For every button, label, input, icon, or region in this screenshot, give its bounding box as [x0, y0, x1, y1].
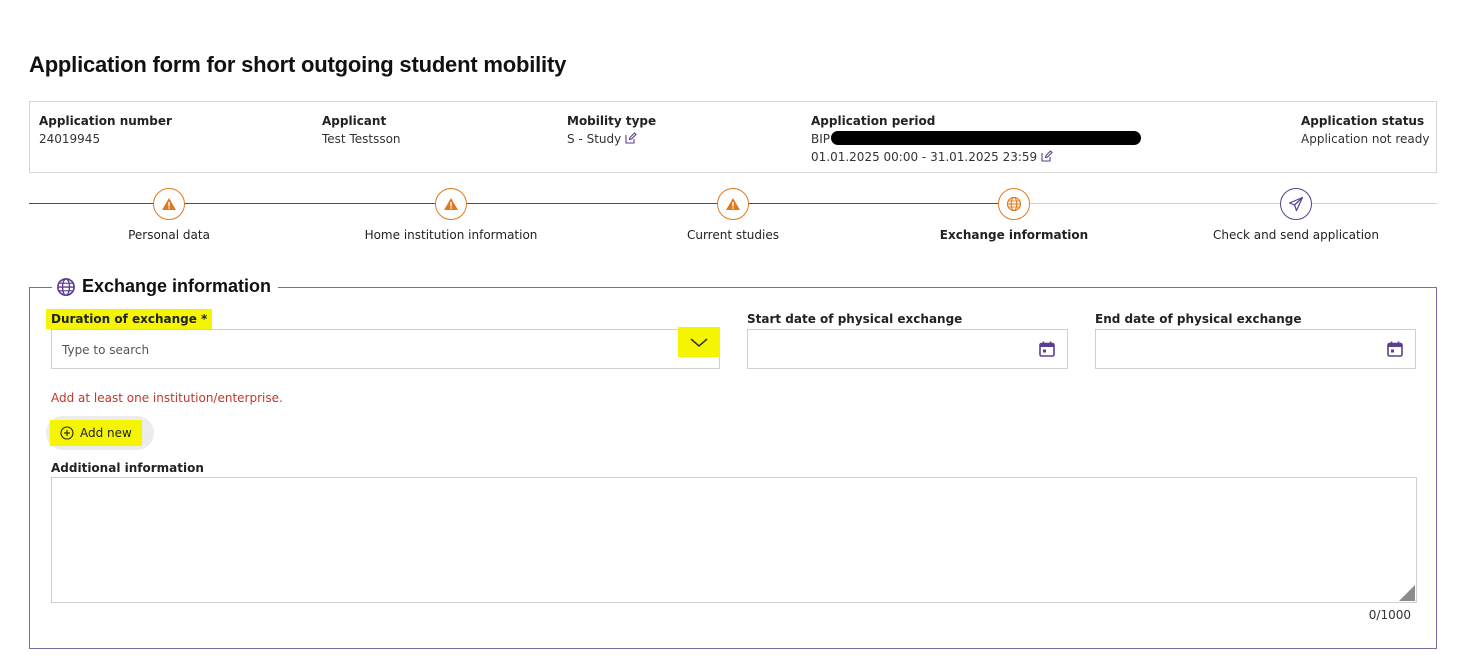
edit-icon[interactable]	[625, 132, 638, 144]
send-icon	[1288, 196, 1304, 212]
duration-placeholder: Type to search	[62, 343, 150, 357]
section-legend: Exchange information	[52, 276, 279, 297]
period-dates: 01.01.2025 00:00 - 31.01.2025 23:59	[811, 150, 1038, 164]
period-prefix: BIP	[811, 132, 831, 146]
edit-icon[interactable]	[1041, 150, 1053, 162]
add-new-button-inner: Add new	[50, 420, 142, 446]
resize-handle[interactable]	[1399, 585, 1415, 601]
step-exchange-information[interactable]: Exchange information	[884, 188, 1144, 242]
step-circle	[998, 188, 1030, 220]
duration-label-text: Duration of exchange *	[46, 309, 213, 329]
step-label: Current studies	[686, 228, 780, 242]
warning-icon	[444, 198, 458, 210]
globe-icon	[1006, 196, 1022, 212]
summary-label: Application status	[1301, 114, 1425, 128]
start-date-label: Start date of physical exchange	[747, 312, 963, 326]
mobility-type-value: S - Study	[567, 132, 622, 146]
step-label: Check and send application	[1213, 228, 1379, 242]
additional-information-label: Additional information	[51, 461, 204, 475]
summary-applicant: Applicant Test Testsson	[322, 112, 401, 148]
step-label: Home institution information	[364, 228, 538, 242]
summary-label: Application number	[39, 114, 172, 128]
additional-information-textarea[interactable]	[51, 477, 1417, 603]
step-circle	[153, 188, 185, 220]
end-date-label: End date of physical exchange	[1095, 312, 1302, 326]
summary-value: Test Testsson	[322, 132, 401, 146]
duration-combobox[interactable]: Type to search	[51, 327, 720, 369]
application-summary: Application number 24019945 Applicant Te…	[29, 101, 1437, 173]
step-label: Personal data	[128, 228, 210, 242]
globe-icon	[57, 277, 75, 296]
chevron-down-icon	[690, 338, 708, 347]
summary-label: Applicant	[322, 114, 387, 128]
duration-label: Duration of exchange *	[46, 309, 213, 329]
end-date-input[interactable]	[1095, 329, 1416, 369]
step-circle	[435, 188, 467, 220]
institution-error-message: Add at least one institution/enterprise.	[51, 391, 283, 405]
summary-value: BIP	[811, 130, 1142, 148]
section-title: Exchange information	[82, 276, 272, 296]
step-personal-data[interactable]: Personal data	[39, 188, 299, 242]
character-counter: 0/1000	[1368, 608, 1411, 622]
step-circle	[717, 188, 749, 220]
step-circle	[1280, 188, 1312, 220]
summary-value: S - Study	[567, 130, 656, 148]
add-new-button[interactable]: Add new	[46, 416, 154, 450]
summary-mobility-type: Mobility type S - Study	[567, 112, 656, 148]
add-new-label: Add new	[80, 426, 132, 440]
summary-label: Application period	[811, 114, 936, 128]
redacted-text	[831, 131, 1142, 145]
duration-dropdown-toggle[interactable]	[678, 327, 720, 357]
plus-circle-icon	[60, 426, 74, 440]
step-check-and-send[interactable]: Check and send application	[1166, 188, 1426, 242]
summary-application-number: Application number 24019945	[39, 112, 172, 148]
step-home-institution[interactable]: Home institution information	[321, 188, 581, 242]
summary-label: Mobility type	[567, 114, 657, 128]
step-label: Exchange information	[939, 228, 1089, 242]
warning-icon	[162, 198, 176, 210]
exchange-information-section: Exchange information Duration of exchang…	[29, 276, 1437, 649]
progress-stepper: Personal data Home institution informati…	[29, 188, 1437, 250]
step-current-studies[interactable]: Current studies	[603, 188, 863, 242]
summary-application-status: Application status Application not ready	[1301, 112, 1429, 148]
calendar-icon[interactable]	[1386, 340, 1404, 358]
warning-icon	[726, 198, 740, 210]
summary-value: 01.01.2025 00:00 - 31.01.2025 23:59	[811, 148, 1141, 166]
summary-value: Application not ready	[1301, 132, 1430, 146]
summary-application-period: Application period BIP 01.01.2025 00:00 …	[811, 112, 1142, 166]
start-date-input[interactable]	[747, 329, 1068, 369]
calendar-icon[interactable]	[1038, 340, 1056, 358]
page-title: Application form for short outgoing stud…	[29, 52, 567, 77]
summary-value: 24019945	[39, 132, 101, 146]
